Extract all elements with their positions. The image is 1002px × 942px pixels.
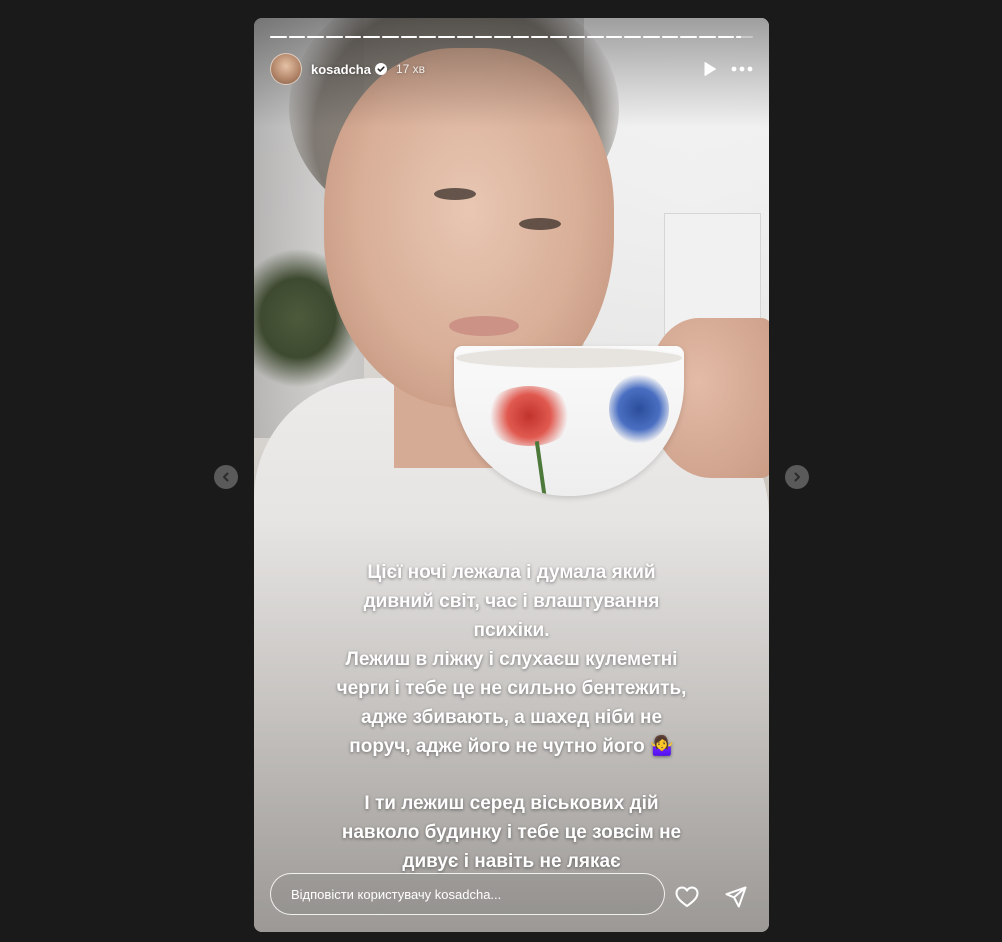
reply-placeholder: Відповісти користувачу kosadcha... xyxy=(291,886,502,902)
progress-segment-fill xyxy=(381,36,399,38)
post-time: 17 хв xyxy=(395,62,426,76)
verified-badge-icon xyxy=(374,63,387,75)
progress-segment-fill xyxy=(549,36,567,38)
more-options-button[interactable] xyxy=(731,66,753,72)
story-header: kosadcha 17 хв xyxy=(270,52,753,86)
story-viewer: kosadcha 17 хв Цієї ночі лежала і думала… xyxy=(0,0,1002,942)
reply-input[interactable]: Відповісти користувачу kosadcha... xyxy=(270,873,665,915)
like-button[interactable] xyxy=(675,886,699,908)
username[interactable]: kosadcha xyxy=(311,62,371,77)
progress-segment xyxy=(699,36,716,38)
progress-segment-fill xyxy=(661,36,679,38)
caption-line: навколо будинку і тебе це зовсім не xyxy=(341,822,682,843)
progress-segment xyxy=(605,36,623,38)
progress-segment xyxy=(531,36,548,38)
play-button[interactable] xyxy=(703,61,717,77)
progress-segment-fill xyxy=(475,36,492,38)
progress-segment xyxy=(568,36,586,38)
progress-segment xyxy=(456,36,474,38)
progress-segment-fill xyxy=(680,36,698,38)
progress-segment xyxy=(288,36,306,38)
progress-segment xyxy=(661,36,679,38)
progress-segment-fill xyxy=(587,36,604,38)
progress-segment-fill xyxy=(493,36,511,38)
progress-segment-fill xyxy=(344,36,362,38)
previous-story-button[interactable] xyxy=(214,465,238,489)
progress-segment-fill xyxy=(736,36,742,38)
play-icon xyxy=(704,62,716,76)
progress-segment-fill xyxy=(400,36,418,38)
progress-segment xyxy=(493,36,511,38)
progress-segment-fill xyxy=(512,36,530,38)
send-icon xyxy=(725,886,747,908)
reply-actions xyxy=(675,886,747,908)
progress-segment xyxy=(475,36,492,38)
progress-segment-fill xyxy=(307,36,324,38)
progress-segment-fill xyxy=(437,36,455,38)
progress-segment-fill xyxy=(270,36,287,38)
progress-segment xyxy=(736,36,754,38)
progress-segment-fill xyxy=(288,36,306,38)
avatar[interactable] xyxy=(270,53,302,85)
caption-line: дивує і навіть не лякає xyxy=(402,851,621,872)
chevron-left-icon xyxy=(223,472,229,482)
caption-line: І ти лежиш серед віськових дій xyxy=(364,793,659,814)
caption-line: Лежиш в ліжку і слухаєш кулеметні xyxy=(345,649,678,670)
progress-segment xyxy=(307,36,324,38)
progress-segment-fill xyxy=(624,36,642,38)
progress-segment-fill xyxy=(363,36,380,38)
progress-segment xyxy=(512,36,530,38)
share-button[interactable] xyxy=(725,886,747,908)
progress-segment-fill xyxy=(568,36,586,38)
progress-segment xyxy=(717,36,735,38)
progress-segment-fill xyxy=(717,36,735,38)
story-card[interactable]: kosadcha 17 хв Цієї ночі лежала і думала… xyxy=(254,18,769,932)
caption-line: дивний світ, час і влаштування xyxy=(363,591,660,612)
progress-segment xyxy=(549,36,567,38)
progress-segment xyxy=(270,36,287,38)
progress-segment xyxy=(419,36,436,38)
more-icon xyxy=(731,66,753,72)
progress-segment xyxy=(381,36,399,38)
caption-line: поруч, адже його не чутно його 🤷‍♀️ xyxy=(349,736,674,757)
caption-line: психіки. xyxy=(473,620,550,641)
progress-segment xyxy=(624,36,642,38)
progress-segment xyxy=(363,36,380,38)
progress-segment xyxy=(344,36,362,38)
progress-segment xyxy=(437,36,455,38)
story-caption: Цієї ночі лежала і думала який дивний св… xyxy=(294,558,729,876)
progress-segment-fill xyxy=(419,36,436,38)
progress-segment-fill xyxy=(605,36,623,38)
progress-segment-fill xyxy=(699,36,716,38)
progress-segment xyxy=(643,36,660,38)
caption-line: черги і тебе це не сильно бентежить, xyxy=(336,678,687,699)
progress-segment xyxy=(325,36,343,38)
progress-segment-fill xyxy=(325,36,343,38)
caption-line: адже збивають, а шахед ніби не xyxy=(360,707,663,728)
progress-segment xyxy=(400,36,418,38)
heart-icon xyxy=(675,886,699,907)
next-story-button[interactable] xyxy=(785,465,809,489)
progress-segment-fill xyxy=(643,36,660,38)
progress-segment-fill xyxy=(456,36,474,38)
chevron-right-icon xyxy=(794,472,800,482)
story-progress-bar xyxy=(270,36,754,38)
progress-segment-fill xyxy=(531,36,548,38)
progress-segment xyxy=(680,36,698,38)
progress-segment xyxy=(587,36,604,38)
caption-line: Цієї ночі лежала і думала який xyxy=(367,562,656,583)
